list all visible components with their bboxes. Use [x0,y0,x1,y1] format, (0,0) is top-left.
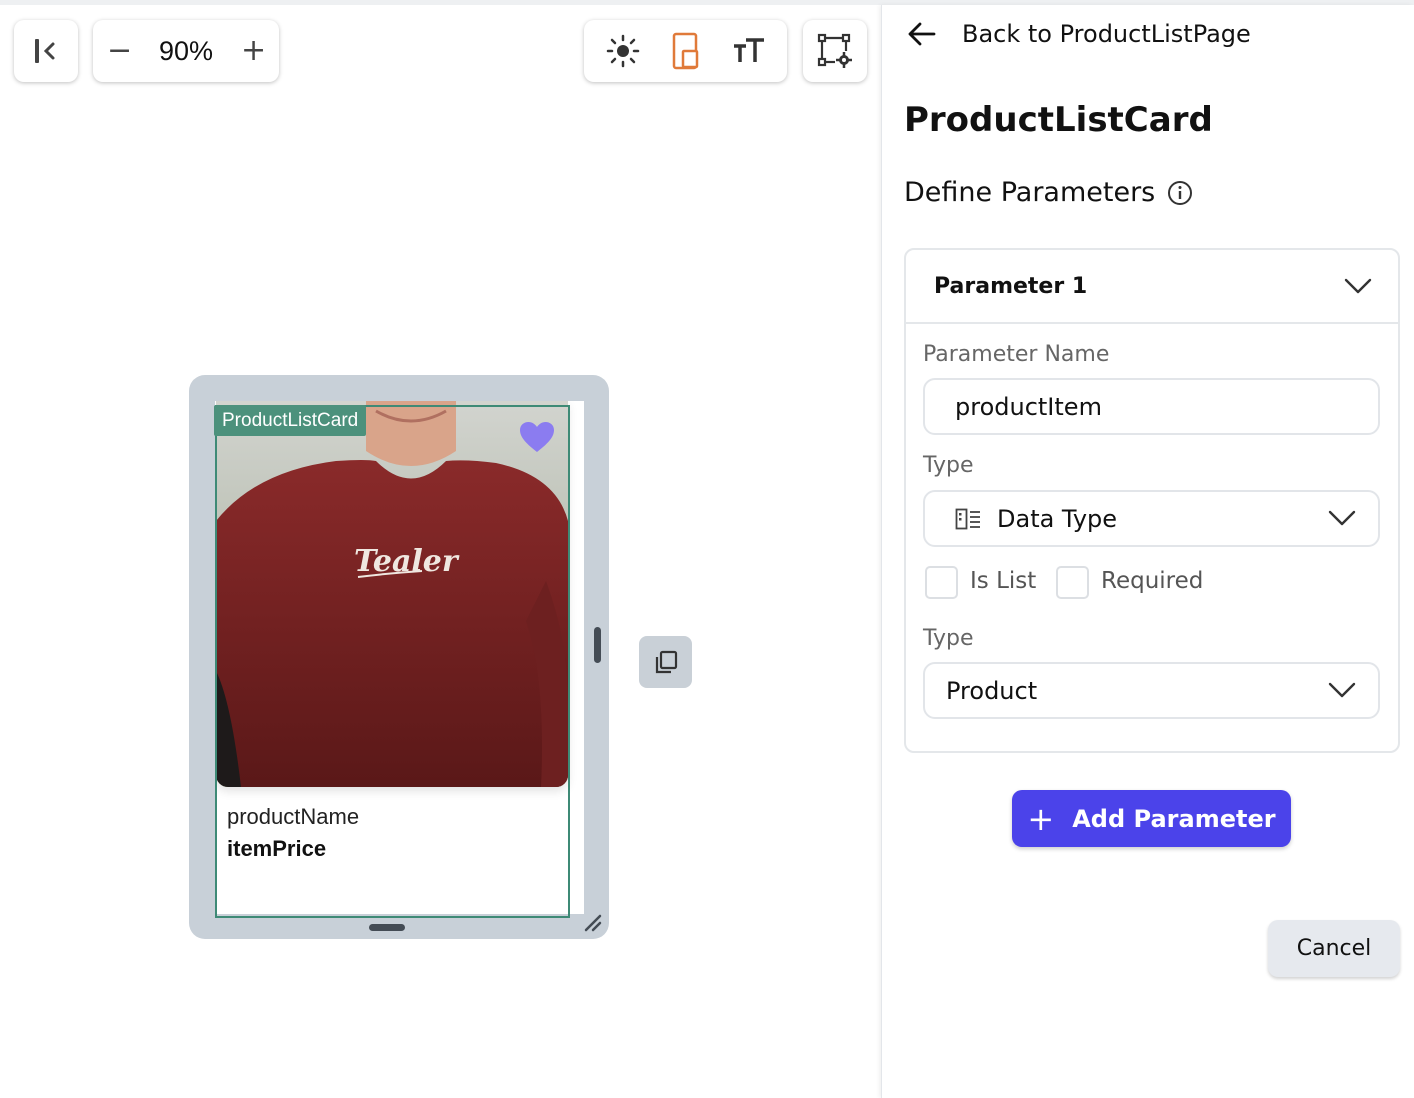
parameter-header[interactable]: Parameter 1 [906,250,1398,324]
chevron-down-icon [1328,681,1356,699]
info-icon[interactable] [1167,180,1193,206]
collapse-panel-icon [31,36,61,66]
is-list-label: Is List [970,568,1037,594]
resize-handle-bottom[interactable] [369,924,405,931]
view-tools [584,20,787,82]
back-link-label: Back to ProductListPage [962,20,1251,48]
device-icon[interactable] [671,32,701,70]
cancel-button[interactable]: Cancel [1268,920,1400,977]
required-label: Required [1101,568,1204,594]
collapse-panel-button[interactable] [14,20,78,82]
shirt-logo: Tealer [354,544,460,579]
product-image: Tealer [216,401,568,787]
widget-settings-icon [817,33,853,69]
parameter-name-value: productItem [955,392,1102,421]
define-parameters-heading: Define Parameters [904,177,1193,208]
required-checkbox[interactable] [1056,566,1089,599]
zoom-control: − 90% + [93,20,279,82]
zoom-level: 90% [158,35,214,66]
sun-icon[interactable] [606,34,640,68]
resize-handle-right[interactable] [594,627,601,663]
resize-corner-icon[interactable] [583,913,603,933]
component-title: ProductListCard [904,100,1213,140]
define-parameters-label: Define Parameters [904,177,1156,208]
parameter-name-input[interactable]: productItem [923,378,1380,435]
text-size-icon[interactable] [732,36,766,66]
type-value: Data Type [997,504,1118,533]
widget-settings-button[interactable] [803,20,867,82]
component-label: ProductListCard [214,405,367,436]
is-list-checkbox[interactable] [925,566,958,599]
type-select[interactable]: Data Type [923,490,1380,547]
data-type-icon [955,508,981,530]
add-parameter-label: Add Parameter [1072,804,1276,833]
subtype-label: Type [923,626,974,651]
item-price-text: itemPrice [227,836,327,861]
back-link[interactable]: Back to ProductListPage [906,16,1251,52]
add-parameter-button[interactable]: + Add Parameter [1012,790,1291,847]
cancel-label: Cancel [1296,936,1372,961]
arrow-left-icon [906,21,936,47]
subtype-select[interactable]: Product [923,662,1380,719]
heart-icon[interactable] [518,420,556,454]
subtype-value: Product [946,676,1038,705]
duplicate-button[interactable] [639,636,692,688]
zoom-out-button[interactable]: − [107,36,132,66]
copy-icon [653,649,679,675]
type-label: Type [923,453,974,478]
zoom-in-button[interactable]: + [241,36,266,66]
chevron-down-icon [1328,509,1356,527]
plus-icon: + [1027,799,1055,838]
parameter-name-label: Parameter Name [923,342,1110,367]
chevron-down-icon [1344,277,1372,295]
parameter-title: Parameter 1 [934,273,1088,299]
product-name-text: productName [227,804,360,829]
